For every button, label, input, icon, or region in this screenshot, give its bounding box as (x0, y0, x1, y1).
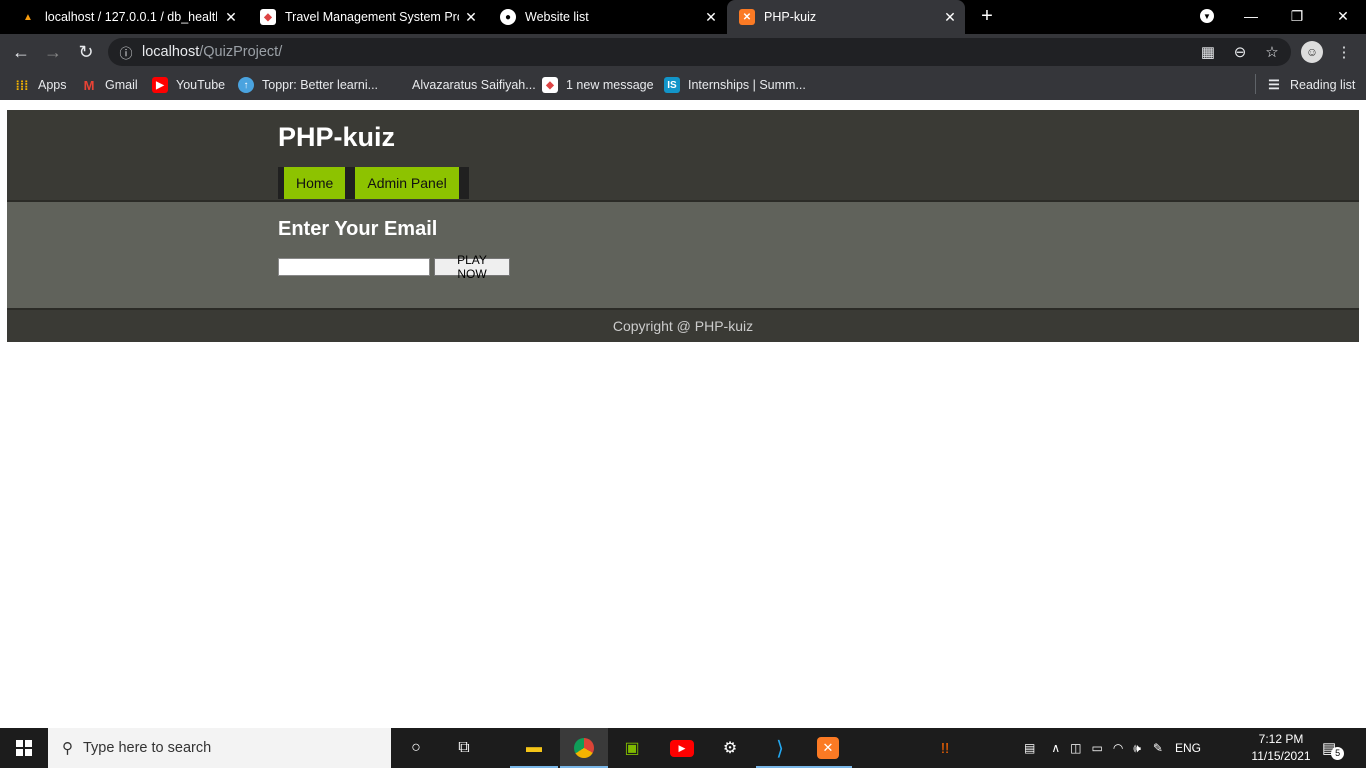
bookmark-label: Internships | Summ... (688, 78, 806, 92)
minimize-button[interactable]: — (1228, 0, 1274, 32)
qr-code-icon[interactable]: ▦ (1198, 42, 1218, 62)
reading-list-icon: ☰ (1268, 77, 1280, 92)
forward-button[interactable]: → (42, 41, 64, 63)
site-info-icon[interactable]: ⓘ (116, 42, 136, 62)
close-icon[interactable]: ✕ (224, 9, 238, 26)
url-text[interactable]: localhost/QuizProject/ (142, 44, 282, 60)
bookmark-label: Gmail (105, 78, 138, 92)
reading-list-label: Reading list (1290, 78, 1356, 92)
document-icon: ◆ (542, 77, 558, 93)
search-placeholder: Type here to search (83, 740, 212, 756)
menu-kebab-icon[interactable]: ⋮ (1334, 42, 1354, 62)
vscode-icon[interactable]: ⟩ (756, 728, 804, 768)
meet-icon[interactable]: ◫ (1070, 741, 1081, 755)
url-host: localhost (142, 44, 200, 60)
globe-icon: ● (500, 9, 516, 25)
address-bar[interactable] (108, 38, 1291, 66)
youtube-icon: ▶ (152, 77, 168, 93)
bookmark-label: 1 new message (566, 78, 654, 92)
action-center-icon[interactable]: ▤ 5 (1322, 728, 1349, 768)
bookmark-youtube[interactable]: ▶ YouTube (152, 75, 225, 95)
document-icon: ◆ (260, 9, 276, 25)
close-icon[interactable]: ✕ (704, 9, 718, 26)
file-explorer-icon[interactable]: ▬ (510, 728, 558, 768)
bookmark-star-icon[interactable]: ☆ (1262, 42, 1282, 62)
toppr-icon: ↑ (238, 77, 254, 93)
bookmark-label: YouTube (176, 78, 226, 92)
profile-avatar[interactable]: ☺ (1301, 41, 1323, 63)
taskbar-search-box[interactable]: ⚲ Type here to search (48, 728, 391, 768)
site-title: PHP-kuiz (278, 122, 396, 152)
volume-icon[interactable]: 🕪 (1133, 741, 1141, 756)
bookmark-alvazaratus[interactable]: Alvazaratus Saifiyah... (388, 75, 536, 95)
bookmark-label: Apps (38, 78, 67, 92)
tab-title: PHP-kuiz (764, 10, 817, 24)
bookmark-label: Toppr: Better learni... (262, 78, 379, 92)
youtube-app-icon[interactable]: ▶ (658, 728, 706, 768)
main-content (7, 202, 1359, 308)
news-icon[interactable]: ▤ (1024, 741, 1035, 755)
task-view-icon[interactable]: ⧉ (440, 728, 488, 768)
settings-gear-icon[interactable]: ⚙ (706, 728, 754, 768)
pen-icon[interactable]: ✎ (1153, 741, 1163, 755)
apps-grid-icon: ⁞⁞⁞ (15, 77, 29, 93)
xampp-taskbar-icon[interactable]: ✕ (804, 728, 852, 768)
browser-tab-strip: ▲ localhost / 127.0.0.1 / db_healthc ✕ ◆… (0, 0, 1366, 34)
tab-website-list[interactable]: ● Website list ✕ (488, 0, 726, 34)
blank-icon (388, 77, 404, 93)
reading-list-button[interactable]: ☰ Reading list (1266, 75, 1355, 95)
site-header (7, 110, 1359, 200)
microsoft-store-icon[interactable]: ▣ (608, 728, 656, 768)
wifi-icon[interactable]: ◠ (1113, 741, 1123, 755)
close-icon[interactable]: ✕ (464, 9, 478, 26)
bookmark-apps[interactable]: ⁞⁞⁞ Apps (14, 75, 67, 95)
email-heading: Enter Your Email (278, 218, 438, 240)
notification-app-icon[interactable]: !! (930, 728, 960, 768)
battery-icon[interactable]: ▭ (1091, 741, 1102, 755)
bookmark-toppr[interactable]: ↑ Toppr: Better learni... (238, 75, 378, 95)
nav-admin-panel-button[interactable]: Admin Panel (355, 167, 459, 199)
taskbar-clock[interactable]: 7:12 PM 11/15/2021 (1248, 731, 1314, 765)
restore-button[interactable]: ❐ (1274, 0, 1320, 32)
internshala-icon: IS (664, 77, 680, 93)
tab-phpmyadmin[interactable]: ▲ localhost / 127.0.0.1 / db_healthc ✕ (8, 0, 246, 34)
bookmark-internships[interactable]: IS Internships | Summ... (664, 75, 806, 95)
cortana-icon[interactable]: ○ (392, 728, 440, 768)
tab-title: Travel Management System Proje (285, 10, 459, 24)
email-input[interactable] (278, 258, 430, 276)
clock-date: 11/15/2021 (1251, 749, 1311, 763)
gmail-icon: M (83, 77, 95, 93)
clock-time: 7:12 PM (1258, 732, 1304, 746)
language-indicator[interactable]: ENG (1175, 741, 1201, 755)
back-button[interactable]: ← (10, 41, 32, 63)
play-now-button[interactable]: PLAY NOW (434, 253, 510, 281)
tab-title: localhost / 127.0.0.1 / db_healthc (45, 10, 217, 24)
chrome-icon[interactable] (560, 728, 608, 768)
bookmark-label: Alvazaratus Saifiyah... (412, 78, 536, 92)
tab-search-icon[interactable]: ▼ (1184, 0, 1230, 32)
bookmark-gmail[interactable]: M Gmail (81, 75, 138, 95)
close-icon[interactable]: ✕ (943, 9, 957, 26)
search-icon: ⚲ (62, 740, 73, 757)
tab-title: Website list (525, 10, 589, 24)
bookmark-divider (1255, 74, 1256, 94)
windows-start-icon[interactable] (0, 728, 48, 768)
reload-button[interactable]: ↻ (75, 41, 97, 63)
bookmark-new-message[interactable]: ◆ 1 new message (542, 75, 654, 95)
tab-travel-management[interactable]: ◆ Travel Management System Proje ✕ (248, 0, 486, 34)
chevron-up-icon[interactable]: ∧ (1051, 741, 1060, 755)
system-tray: ▤ ∧ ◫ ▭ ◠ 🕪 ✎ ENG (1024, 728, 1201, 768)
zoom-icon[interactable]: ⊖ (1230, 42, 1250, 62)
phpmyadmin-icon: ▲ (23, 11, 33, 23)
site-footer: Copyright @ PHP-kuiz (7, 310, 1359, 342)
url-path: /QuizProject/ (199, 44, 283, 60)
nav-home-button[interactable]: Home (284, 167, 346, 199)
xampp-icon: ✕ (739, 9, 755, 25)
notification-count: 5 (1331, 746, 1345, 760)
tab-php-kuiz[interactable]: ✕ PHP-kuiz ✕ (727, 0, 965, 34)
new-tab-button[interactable]: + (965, 0, 1009, 32)
copyright-text: Copyright @ PHP-kuiz (612, 318, 754, 334)
main-nav: Home Admin Panel (278, 167, 469, 199)
close-window-button[interactable]: ✕ (1320, 0, 1366, 32)
